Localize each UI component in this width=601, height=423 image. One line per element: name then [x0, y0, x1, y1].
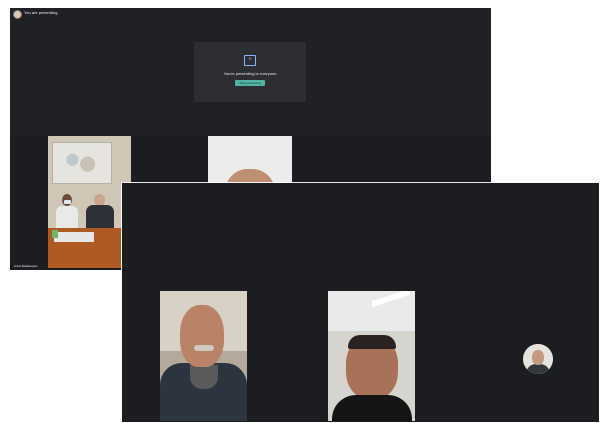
- face: [180, 305, 224, 367]
- presenting-card: + You're presenting to everyone Stop pre…: [194, 42, 306, 102]
- stop-presenting-button[interactable]: Stop presenting: [235, 80, 265, 86]
- hair: [348, 335, 396, 349]
- dark-shirt: [332, 395, 412, 421]
- presenter-avatar: [13, 10, 22, 19]
- meet-window-screenshot-2: [122, 183, 599, 422]
- participant-name-1: Anna Meliksetyan: [14, 264, 38, 268]
- participant-video-older-man[interactable]: [160, 291, 247, 421]
- green-cup: [52, 230, 58, 238]
- presenting-message: You're presenting to everyone: [223, 71, 277, 76]
- participant-video-1: [48, 136, 131, 268]
- participant-avatar[interactable]: [523, 344, 553, 374]
- present-screen-icon: +: [244, 55, 256, 66]
- wall-map: [52, 142, 112, 184]
- top-bar: You are presenting: [10, 8, 491, 20]
- person-in-dark-suit: [86, 194, 114, 228]
- presenting-status: You are presenting: [24, 10, 58, 15]
- person-in-white-coat: [56, 194, 78, 230]
- mustache: [194, 345, 214, 351]
- desk-papers: [54, 232, 94, 242]
- participant-video-younger-man[interactable]: [328, 291, 415, 421]
